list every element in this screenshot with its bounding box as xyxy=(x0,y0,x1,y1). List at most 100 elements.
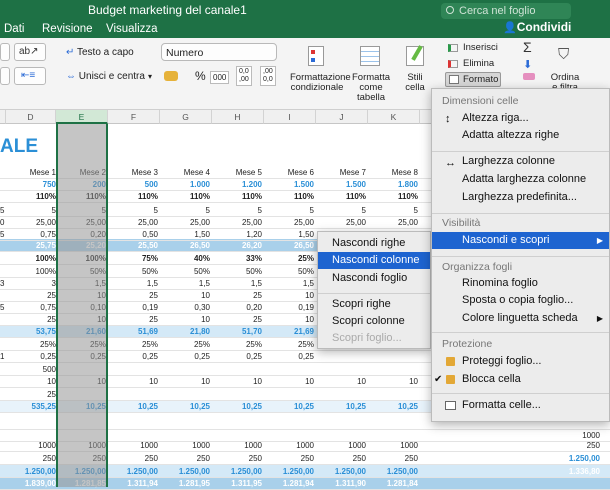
tab-color-item[interactable]: Colore linguetta scheda ▶ xyxy=(432,310,609,327)
table-cell[interactable]: 1.311,90 xyxy=(316,478,366,489)
column-width-item[interactable]: ↔ Larghezza colonne xyxy=(432,153,609,170)
table-cell[interactable]: 51,70 xyxy=(212,326,262,337)
table-cell[interactable]: 5 xyxy=(6,205,56,216)
left-cell[interactable]: 1 xyxy=(0,351,4,362)
table-cell[interactable]: 1.281,84 xyxy=(368,478,418,489)
table-cell[interactable]: 10,25 xyxy=(264,401,314,412)
outdent-button[interactable]: ⇤≡ xyxy=(14,67,46,85)
table-cell[interactable]: 0,20 xyxy=(212,302,262,313)
table-cell[interactable]: 25,75 xyxy=(6,240,56,251)
thousands-button[interactable]: 000 xyxy=(210,71,230,84)
table-cell[interactable]: 25% xyxy=(108,339,158,350)
column-header-e[interactable]: E xyxy=(56,110,108,124)
decimal-decrease-button[interactable]: ,00 0,0 xyxy=(260,66,276,86)
fill-icon[interactable]: ⬇ xyxy=(523,58,532,71)
table-cell[interactable]: 110% xyxy=(108,191,158,202)
hide-show-item[interactable]: Nascondi e scopri ▶ xyxy=(432,232,609,249)
left-cell[interactable]: 3 xyxy=(0,278,4,289)
table-cell[interactable]: 250 xyxy=(6,453,56,464)
table-cell[interactable]: 26,50 xyxy=(264,240,314,251)
table-cell[interactable]: 25 xyxy=(6,290,56,301)
table-cell[interactable]: 1.250,00 xyxy=(108,466,158,477)
protect-sheet-item[interactable]: Proteggi foglio... xyxy=(432,353,609,370)
table-cell[interactable]: 250 xyxy=(212,453,262,464)
table-cell[interactable]: 25,50 xyxy=(108,240,158,251)
conditional-format-button[interactable]: Formattazione condizionale xyxy=(290,42,351,106)
table-cell[interactable]: 100% xyxy=(6,253,56,264)
table-cell[interactable]: 1.500 xyxy=(316,179,366,190)
hide-rows-item[interactable]: Nascondi righe xyxy=(318,235,430,252)
table-cell[interactable]: Mese 6 xyxy=(264,167,314,178)
table-cell[interactable]: 25% xyxy=(264,339,314,350)
table-cell[interactable]: 10 xyxy=(316,376,366,387)
table-cell[interactable]: 1,5 xyxy=(108,278,158,289)
table-cell[interactable]: 25,00 xyxy=(108,217,158,228)
table-cell[interactable]: 75% xyxy=(108,253,158,264)
table-cell[interactable]: 25 xyxy=(108,314,158,325)
table-cell[interactable]: 1.800 xyxy=(368,179,418,190)
table-cell[interactable]: 500 xyxy=(108,179,158,190)
table-cell[interactable]: 51,69 xyxy=(108,326,158,337)
table-cell[interactable]: 250 xyxy=(264,453,314,464)
menu-visualizza[interactable]: Visualizza xyxy=(106,23,158,35)
table-cell[interactable]: 1.000 xyxy=(160,179,210,190)
column-header-i[interactable]: I xyxy=(264,110,316,124)
table-cell[interactable]: Mese 5 xyxy=(212,167,262,178)
table-cell[interactable]: 25% xyxy=(264,253,314,264)
table-cell[interactable]: 1.250,00 xyxy=(368,466,418,477)
table-cell[interactable]: 33% xyxy=(212,253,262,264)
table-cell[interactable]: 500 xyxy=(6,364,56,375)
table-cell[interactable]: 10 xyxy=(368,376,418,387)
menu-dati[interactable]: Dati xyxy=(4,23,24,35)
table-cell[interactable]: 250 xyxy=(368,453,418,464)
table-cell[interactable]: Mese 1 xyxy=(6,167,56,178)
table-cell[interactable]: 25,00 xyxy=(160,217,210,228)
show-rows-item[interactable]: Scopri righe xyxy=(318,296,430,313)
table-cell[interactable]: 3 xyxy=(6,278,56,289)
table-cell[interactable]: 25% xyxy=(160,339,210,350)
left-cell[interactable]: 5 xyxy=(0,205,4,216)
table-cell[interactable]: 10 xyxy=(264,376,314,387)
table-cell[interactable]: 110% xyxy=(6,191,56,202)
table-cell[interactable]: Mese 4 xyxy=(160,167,210,178)
indent-button[interactable] xyxy=(0,67,10,85)
table-cell[interactable]: 0,25 xyxy=(6,351,56,362)
table-cell[interactable]: 0,25 xyxy=(212,351,262,362)
coins-icon[interactable] xyxy=(164,71,178,81)
table-cell[interactable]: 5 xyxy=(160,205,210,216)
table-cell[interactable]: Mese 7 xyxy=(316,167,366,178)
table-cell[interactable]: 1.250,00 xyxy=(540,453,600,464)
table-cell[interactable]: 10 xyxy=(264,290,314,301)
table-cell[interactable]: 25,00 xyxy=(264,217,314,228)
wrap-text-button[interactable]: ↵ Testo a capo xyxy=(66,46,134,58)
table-cell[interactable]: 5 xyxy=(264,205,314,216)
table-cell[interactable]: 1,5 xyxy=(212,278,262,289)
table-cell[interactable]: 1.250,00 xyxy=(212,466,262,477)
table-cell[interactable]: 0,25 xyxy=(108,351,158,362)
rename-sheet-item[interactable]: Rinomina foglio xyxy=(432,275,609,292)
lock-cell-item[interactable]: ✔ Blocca cella xyxy=(432,371,609,388)
table-cell[interactable]: 1.839,00 xyxy=(6,478,56,489)
default-width-item[interactable]: Larghezza predefinita... xyxy=(432,189,609,206)
table-cell[interactable]: 5 xyxy=(212,205,262,216)
table-cell[interactable]: 535,25 xyxy=(6,401,56,412)
table-cell[interactable]: 53,75 xyxy=(6,326,56,337)
sum-icon[interactable]: Σ xyxy=(523,39,532,55)
table-cell[interactable]: 5 xyxy=(108,205,158,216)
table-cell[interactable]: Mese 8 xyxy=(368,167,418,178)
table-cell[interactable]: 50% xyxy=(264,266,314,277)
table-cell[interactable]: 750 xyxy=(6,179,56,190)
table-cell[interactable]: 5 xyxy=(368,205,418,216)
table-cell[interactable]: 10 xyxy=(264,314,314,325)
table-cell[interactable]: 0,75 xyxy=(6,302,56,313)
autofit-column-item[interactable]: Adatta larghezza colonne xyxy=(432,171,609,188)
menu-revisione[interactable]: Revisione xyxy=(42,23,93,35)
table-cell[interactable]: 26,50 xyxy=(160,240,210,251)
table-cell[interactable]: 1.250,00 xyxy=(160,466,210,477)
table-cell[interactable]: 25,00 xyxy=(6,217,56,228)
move-copy-item[interactable]: Sposta o copia foglio... xyxy=(432,292,609,309)
table-cell[interactable]: 25 xyxy=(6,389,56,400)
table-cell[interactable]: 25 xyxy=(6,314,56,325)
table-cell[interactable]: 1.250,00 xyxy=(316,466,366,477)
column-header-g[interactable]: G xyxy=(160,110,212,124)
